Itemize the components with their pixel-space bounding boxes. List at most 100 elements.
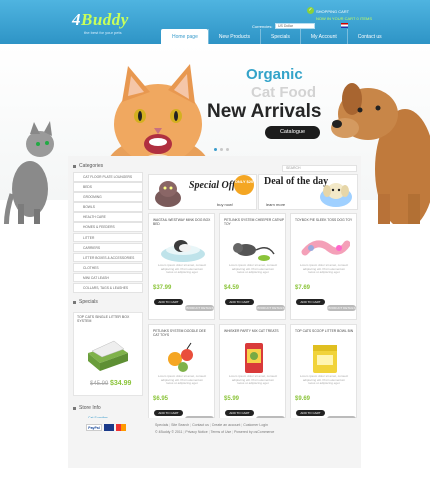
product-details-button[interactable]: PRODUCT DETAILS (185, 305, 214, 311)
category-item[interactable]: CARRIERS (73, 242, 143, 253)
payment-icons: PayPal (86, 424, 126, 431)
add-to-cart-button[interactable]: ADD TO CART (154, 410, 183, 416)
product-price: $5.99 (224, 396, 240, 402)
category-item[interactable]: CAT FLOOR PLATE LOUNGERS (73, 172, 143, 182)
product-card[interactable]: TOP CATS SCOOP LITTER BOWL BIN Lorem ips… (290, 324, 357, 431)
learn-more-link[interactable]: learn more (266, 202, 285, 207)
category-item[interactable]: CLOTHES (73, 262, 143, 273)
cart-title: SHOPPING CART (316, 9, 350, 14)
category-item[interactable]: HOMES & FEEDERS (73, 222, 143, 232)
category-item[interactable]: GROOMING (73, 192, 143, 202)
tab-contact[interactable]: Contact us (346, 29, 392, 44)
product-description: Lorem ipsum dolor sit amet, consect adip… (228, 374, 278, 386)
cart-count: NOW IN YOUR CART 0 ITEMS (316, 16, 373, 21)
footer-link[interactable]: Site Search (171, 423, 189, 427)
buy-now-link[interactable]: buy now! (217, 202, 233, 207)
categories-heading: Categories (73, 160, 143, 172)
product-price: $4.59 (224, 285, 240, 291)
product-name: PETLINKS SYSTEM DOODLE DEE CAT TOYS (153, 329, 206, 337)
product-card[interactable]: PETLINKS SYSTEM DOODLE DEE CAT TOYS Lore… (148, 324, 215, 431)
product-price: $9.69 (295, 396, 311, 402)
litter-box-image (88, 340, 128, 371)
tagline: the best for your pets (84, 30, 122, 35)
slider-pagination (214, 148, 229, 151)
mastercard-icon (116, 424, 126, 431)
slider-dot[interactable] (214, 148, 217, 151)
category-item[interactable]: BEDS (73, 182, 143, 192)
add-to-cart-button[interactable]: ADD TO CART (225, 410, 254, 416)
language-flag-icon[interactable] (341, 23, 348, 28)
page: { "header": { "logo_number": "4", "logo_… (0, 0, 430, 485)
footer-link[interactable]: Privacy Notice (185, 430, 207, 434)
footer-link[interactable]: Create an account (212, 423, 241, 427)
product-card[interactable]: WAGTAIL WESTWAY MINK DOG BOX BED Lorem i… (148, 213, 215, 320)
add-to-cart-button[interactable]: ADD TO CART (154, 299, 183, 305)
add-to-cart-button[interactable]: ADD TO CART (296, 299, 325, 305)
store-info-heading: Store Info (73, 402, 143, 414)
footer-links: Specials | Site Search | Contact us | Cr… (155, 423, 268, 427)
special-cat-image (155, 181, 181, 207)
catnip-toy-image (233, 243, 275, 261)
catalogue-button[interactable]: Catalogue (265, 126, 320, 139)
product-card[interactable]: WHISKER PARTY MIX CAT TREATS Lorem ipsum… (219, 324, 286, 431)
product-name: WHISKER PARTY MIX CAT TREATS (224, 329, 279, 333)
tabby-cat-image (4, 121, 54, 224)
deal-dog-image (320, 183, 352, 207)
product-price: $6.95 (153, 396, 169, 402)
product-description: Lorem ipsum dolor sit amet, consect adip… (299, 374, 349, 386)
price-badge: ONLY $20 (234, 175, 254, 195)
footer-link[interactable]: Specials (155, 423, 168, 427)
footer-link[interactable]: Customer Login (243, 423, 268, 427)
category-item[interactable]: HEALTH CARE (73, 212, 143, 222)
product-description: Lorem ipsum dolor sit amet, consect adip… (157, 374, 207, 386)
special-old-price: $45.99 (90, 380, 109, 387)
category-item[interactable]: BOWLS (73, 202, 143, 212)
cat-treats-image (245, 343, 263, 373)
tab-my-account[interactable]: My Account (299, 29, 347, 44)
shopping-cart[interactable]: SHOPPING CART NOW IN YOUR CART 0 ITEMS (316, 9, 372, 21)
product-price: $7.69 (295, 285, 311, 291)
product-name: TOP CATS SCOOP LITTER BOWL BIN (295, 329, 354, 333)
cart-icon[interactable]: ✓ (307, 7, 314, 14)
product-card[interactable]: PETLINKS SYSTEM CHEEPER CATNIP TOY Lorem… (219, 213, 286, 320)
slider-dot[interactable] (220, 148, 223, 151)
search-input[interactable]: SEARCH (282, 165, 357, 172)
dog-bed-image (161, 240, 205, 262)
tab-specials[interactable]: Specials (259, 29, 300, 44)
product-details-button[interactable]: PRODUCT DETAILS (327, 305, 356, 311)
deal-of-day-banner[interactable]: Deal of the day learn more (258, 174, 358, 210)
footer-link[interactable]: Contact us (192, 423, 209, 427)
special-new-price: $34.99 (110, 379, 132, 387)
category-item[interactable]: COLLARS, TAGS & LEASHES (73, 283, 143, 293)
product-price: $37.99 (153, 285, 172, 291)
hero-title-line2: Cat Food (251, 84, 316, 101)
product-name: TOYBOX PIE SLEEK TOSS DOG TOY (295, 218, 353, 222)
product-details-button[interactable]: PRODUCT DETAILS (256, 305, 285, 311)
visa-icon (104, 424, 114, 431)
paypal-icon: PayPal (86, 424, 102, 431)
slider-dot[interactable] (226, 148, 229, 151)
hero-title-line1: Organic (246, 66, 303, 83)
special-product[interactable]: TOP CATS SINGLE LITTER BOX SYSTEM $45.99… (73, 311, 143, 396)
category-item[interactable]: LITTER BOXES & ACCESSORIES (73, 252, 143, 263)
product-description: Lorem ipsum dolor sit amet, consect adip… (157, 263, 207, 275)
product-card[interactable]: TOYBOX PIE SLEEK TOSS DOG TOY Lorem ipsu… (290, 213, 357, 320)
add-to-cart-button[interactable]: ADD TO CART (296, 410, 325, 416)
litter-bin-image (313, 345, 337, 373)
footer-legal: © 4Buddy © 2011 | Privacy Notice | Terms… (155, 430, 275, 434)
specials-heading: Specials (73, 296, 143, 308)
footer-link[interactable]: Powered by osCommerce (234, 430, 274, 434)
tab-home[interactable]: Home page (161, 29, 208, 44)
add-to-cart-button[interactable]: ADD TO CART (225, 299, 254, 305)
tab-new-products[interactable]: New Products (207, 29, 260, 44)
product-name: PETLINKS SYSTEM CHEEPER CATNIP TOY (224, 218, 284, 226)
product-description: Lorem ipsum dolor sit amet, consect adip… (299, 263, 349, 275)
category-item[interactable]: MINI CAT LEASH (73, 272, 143, 283)
copyright: © 4Buddy © 2011 (155, 430, 183, 434)
logo[interactable]: 4Buddy (72, 10, 129, 30)
cat-toys-image (168, 342, 193, 372)
special-offer-banner[interactable]: Special Offer buy now! ONLY $20 (148, 174, 257, 210)
dog-toy-image (301, 240, 350, 256)
category-item[interactable]: LITTER (73, 232, 143, 243)
footer-link[interactable]: Terms of Use (211, 430, 232, 434)
